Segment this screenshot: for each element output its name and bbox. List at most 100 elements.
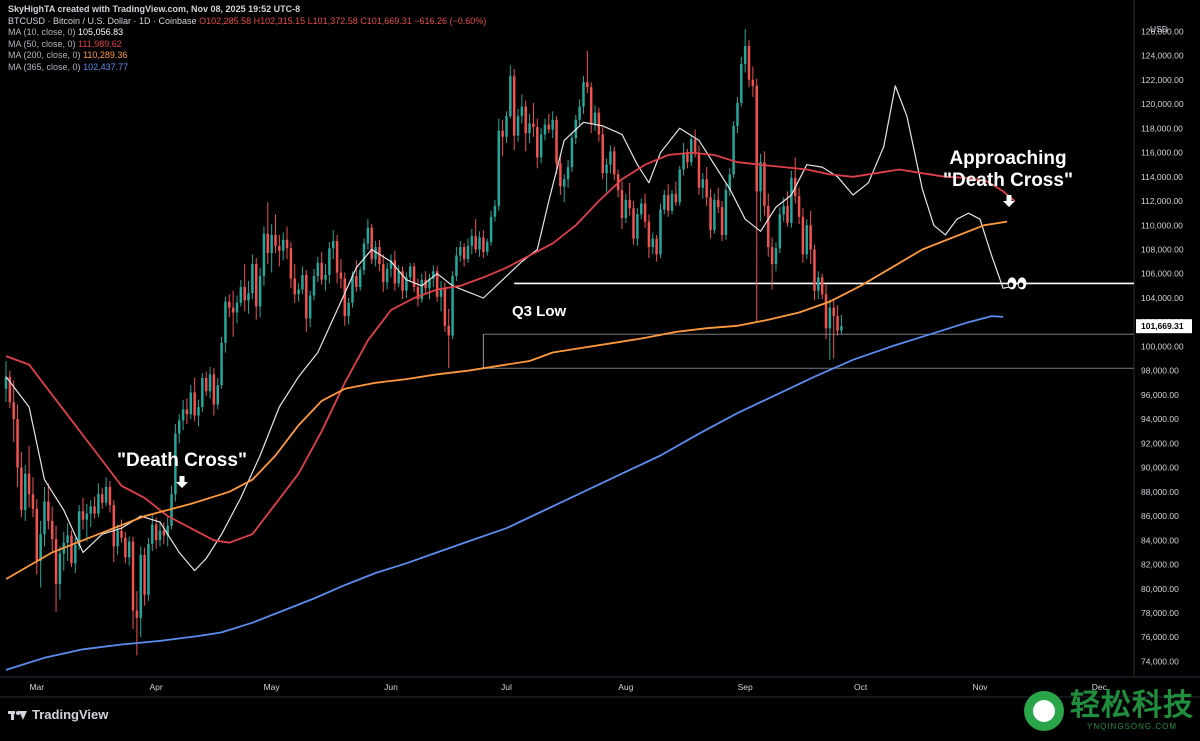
candle-body bbox=[258, 276, 262, 307]
candle-body bbox=[408, 266, 412, 278]
candle-body bbox=[120, 530, 123, 538]
ma-legend-200[interactable]: MA (200, close, 0) 110,289.36 bbox=[8, 50, 486, 62]
candle-body bbox=[181, 409, 185, 421]
candle-body bbox=[543, 124, 547, 135]
month-tick-label: Jul bbox=[501, 682, 512, 692]
price-tick-label: 94,000.00 bbox=[1141, 414, 1179, 424]
candle-body bbox=[759, 162, 762, 192]
symbol-line[interactable]: BTCUSD · Bitcoin / U.S. Dollar · 1D · Co… bbox=[8, 16, 486, 28]
candle-body bbox=[370, 227, 373, 260]
candle-body bbox=[805, 225, 809, 255]
candle-body bbox=[559, 163, 562, 187]
candle-body bbox=[58, 553, 62, 584]
candle-body bbox=[632, 208, 635, 239]
candle-body bbox=[674, 193, 678, 203]
price-tick-label: 108,000.00 bbox=[1141, 244, 1184, 254]
candle-body bbox=[220, 342, 223, 386]
candle-body bbox=[655, 238, 658, 255]
candle-body bbox=[582, 82, 585, 107]
candle-body bbox=[820, 277, 824, 295]
candle-body bbox=[89, 506, 92, 514]
price-tick-label: 100,000.00 bbox=[1141, 341, 1184, 351]
candle-body bbox=[455, 255, 458, 277]
candle-body bbox=[705, 179, 708, 198]
ma-legend-365[interactable]: MA (365, close, 0) 102,437.77 bbox=[8, 62, 486, 74]
price-chart[interactable]: USD74,000.0076,000.0078,000.0080,000.008… bbox=[0, 0, 1200, 736]
price-tick-label: 124,000.00 bbox=[1141, 51, 1184, 61]
candle-body bbox=[262, 233, 266, 277]
candle-body bbox=[108, 486, 112, 506]
candle-body bbox=[254, 264, 258, 307]
candle-body bbox=[628, 199, 631, 209]
tradingview-logo[interactable]: TradingView bbox=[8, 707, 108, 722]
candle-body bbox=[693, 139, 697, 153]
candle-body bbox=[85, 513, 89, 520]
candle-body bbox=[185, 409, 189, 415]
candle-body bbox=[193, 392, 196, 416]
month-tick-label: May bbox=[264, 682, 281, 692]
candle-body bbox=[474, 236, 477, 250]
candle-body bbox=[774, 248, 778, 265]
candle-body bbox=[247, 293, 250, 301]
ma-label: MA (365, close, 0) bbox=[8, 61, 81, 72]
candle-body bbox=[328, 248, 331, 275]
candle-body bbox=[613, 151, 616, 175]
candle-body bbox=[539, 134, 543, 158]
candle-body bbox=[212, 374, 216, 405]
price-tick-label: 84,000.00 bbox=[1141, 535, 1179, 545]
month-tick-label: Mar bbox=[29, 682, 44, 692]
candle-body bbox=[828, 307, 832, 329]
candle-body bbox=[755, 85, 758, 192]
candle-body bbox=[297, 289, 300, 295]
candle-body bbox=[289, 248, 293, 279]
candle-body bbox=[31, 494, 35, 509]
candle-body bbox=[251, 264, 254, 294]
candle-body bbox=[270, 234, 273, 254]
candle-body bbox=[23, 473, 27, 510]
candle-body bbox=[274, 234, 277, 246]
candle-body bbox=[720, 207, 724, 235]
ohlc-values: O102,285.58 H102,315.15 L101,372.58 C101… bbox=[199, 15, 487, 26]
candle-body bbox=[382, 264, 385, 283]
candle-body bbox=[50, 520, 54, 540]
price-tick-label: 76,000.00 bbox=[1141, 632, 1179, 642]
candle-body bbox=[605, 164, 608, 174]
ma-legend-50[interactable]: MA (50, close, 0) 111,989.62 bbox=[8, 39, 486, 51]
candle-body bbox=[54, 539, 58, 584]
candle-body bbox=[536, 127, 539, 158]
candle-body bbox=[566, 167, 570, 180]
candle-body bbox=[143, 554, 146, 595]
candle-body bbox=[651, 238, 655, 248]
candle-body bbox=[397, 271, 400, 284]
candle-body bbox=[813, 249, 816, 291]
candle-body bbox=[501, 130, 504, 137]
candle-body bbox=[551, 119, 554, 130]
candle-body bbox=[12, 402, 15, 420]
candle-body bbox=[81, 511, 85, 520]
candle-body bbox=[670, 193, 674, 211]
ma-value: 111,989.62 bbox=[78, 38, 122, 49]
candle-body bbox=[139, 554, 142, 618]
candle-body bbox=[751, 79, 755, 86]
approaching-label-line1: Approaching bbox=[949, 148, 1066, 169]
candle-body bbox=[547, 124, 551, 130]
candle-body bbox=[770, 247, 774, 265]
candle-body bbox=[524, 106, 527, 134]
candle-body bbox=[470, 236, 474, 246]
price-tick-label: 86,000.00 bbox=[1141, 511, 1179, 521]
candle-body bbox=[736, 102, 739, 126]
ma-legend-10[interactable]: MA (10, close, 0) 105,056.83 bbox=[8, 27, 486, 39]
pupil-right-icon bbox=[1018, 282, 1024, 288]
candle-body bbox=[809, 225, 812, 250]
candle-body bbox=[528, 123, 531, 134]
candle-body bbox=[16, 419, 19, 468]
chart-area[interactable]: USD 74,000.00 76,000.00 78,000.00 80,000.00 8… bbox=[0, 0, 1200, 736]
tradingview-icon bbox=[8, 709, 27, 721]
candle-body bbox=[620, 190, 624, 218]
candle-body bbox=[93, 506, 96, 514]
symbol-title[interactable]: BTCUSD · Bitcoin / U.S. Dollar · 1D · Co… bbox=[8, 16, 197, 26]
candle-body bbox=[358, 270, 362, 288]
candle-body bbox=[228, 301, 231, 308]
approaching-label-line2: "Death Cross" bbox=[943, 170, 1073, 191]
candle-body bbox=[74, 545, 77, 564]
